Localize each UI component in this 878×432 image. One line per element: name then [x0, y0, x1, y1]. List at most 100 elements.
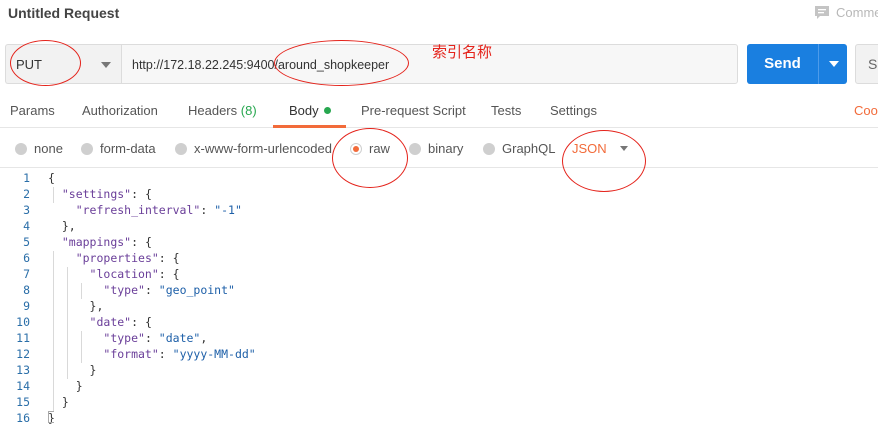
tab-headers-label: Headers [188, 103, 238, 118]
request-tabs: Params Authorization Headers (8) Body Pr… [0, 96, 878, 128]
json-punctuation: }, [48, 299, 104, 313]
format-select[interactable]: JSON [572, 141, 628, 156]
json-key: "refresh_interval" [75, 203, 201, 217]
radio-form-data[interactable]: form-data [81, 141, 156, 156]
json-punctuation: }, [48, 219, 76, 233]
json-key: "properties" [75, 251, 159, 265]
line-number: 10 [16, 315, 30, 329]
line-number: 5 [23, 235, 30, 249]
radio-none-label: none [34, 141, 63, 156]
method-label: PUT [16, 57, 42, 72]
code-line[interactable]: "settings": { [48, 187, 152, 201]
radio-icon [81, 142, 93, 155]
send-button[interactable]: Send [747, 44, 818, 84]
indent-guide [53, 251, 54, 411]
json-punctuation [48, 315, 90, 329]
json-punctuation: } [48, 395, 69, 409]
line-number: 13 [16, 363, 30, 377]
code-line[interactable]: "mappings": { [48, 235, 152, 249]
json-punctuation: : [200, 203, 215, 217]
line-number: 2 [23, 187, 30, 201]
tab-prerequest-script[interactable]: Pre-request Script [361, 103, 466, 118]
code-line[interactable]: { [48, 171, 55, 185]
json-punctuation: : { [158, 251, 180, 265]
tab-settings[interactable]: Settings [550, 103, 597, 118]
indent-guide [81, 283, 82, 299]
radio-binary-label: binary [428, 141, 464, 156]
json-punctuation [48, 331, 103, 345]
json-punctuation [48, 203, 76, 217]
indent-guide [67, 267, 68, 379]
chevron-down-icon [101, 62, 111, 68]
radio-none[interactable]: none [15, 141, 63, 156]
json-punctuation: : [144, 283, 159, 297]
line-number: 14 [16, 379, 30, 393]
line-number: 16 [16, 411, 30, 425]
title-bar: Untitled Request Comme [0, 0, 878, 32]
json-punctuation: : [158, 347, 173, 361]
save-button[interactable]: Sa [855, 44, 878, 84]
fold-bracket-icon [48, 411, 54, 423]
json-punctuation [48, 235, 62, 249]
code-line[interactable]: "date": { [48, 315, 152, 329]
radio-graphql-label: GraphQL [502, 141, 556, 156]
radio-urlencoded[interactable]: x-www-form-urlencoded [175, 141, 332, 156]
radio-binary[interactable]: binary [409, 141, 463, 156]
json-string: "geo_point" [158, 283, 235, 297]
line-number: 9 [23, 299, 30, 313]
url-input[interactable]: http://172.18.22.245:9400/around_shopkee… [121, 44, 738, 84]
radio-form-data-label: form-data [100, 141, 156, 156]
comments-button[interactable]: Comme [814, 5, 878, 20]
json-string: "date" [158, 331, 201, 345]
json-key: "mappings" [61, 235, 132, 249]
url-value: http://172.18.22.245:9400/around_shopkee… [132, 58, 390, 72]
chevron-down-icon [619, 146, 628, 151]
code-editor[interactable]: 1 2 3 4 5 6 7 8 9 10 11 12 13 14 15 16 { "settings": { … [0, 169, 878, 432]
json-punctuation [48, 347, 103, 361]
cookies-link[interactable]: Cooki [854, 103, 878, 118]
code-line[interactable]: "properties": { [48, 251, 180, 265]
code-line[interactable]: }, [48, 299, 104, 313]
tab-tests[interactable]: Tests [491, 103, 521, 118]
line-number: 15 [16, 395, 30, 409]
code-line[interactable]: "refresh_interval": "-1" [48, 203, 242, 217]
code-line[interactable]: "type": "geo_point" [48, 283, 235, 297]
send-options-button[interactable] [818, 44, 847, 84]
code-line[interactable]: "type": "date", [48, 331, 207, 345]
tab-body-label: Body [289, 103, 319, 118]
tab-authorization[interactable]: Authorization [82, 103, 158, 118]
radio-icon [483, 142, 495, 155]
indent-guide [53, 187, 54, 203]
tab-headers[interactable]: Headers (8) [188, 103, 257, 118]
json-punctuation: : { [131, 187, 152, 201]
radio-selected-icon [350, 142, 362, 155]
radio-graphql[interactable]: GraphQL [483, 141, 555, 156]
comments-label: Comme [836, 5, 878, 20]
json-key: "type" [103, 283, 145, 297]
format-select-label: JSON [572, 141, 607, 156]
request-title[interactable]: Untitled Request [8, 5, 119, 21]
annotation-label: 索引名称 [432, 44, 493, 61]
json-string: "yyyy-MM-dd" [172, 347, 256, 361]
json-key: "format" [103, 347, 159, 361]
indent-guide [81, 331, 82, 363]
code-line[interactable]: "format": "yyyy-MM-dd" [48, 347, 256, 361]
json-punctuation: , [200, 331, 208, 345]
json-punctuation: : [144, 331, 159, 345]
comment-icon [815, 6, 829, 19]
json-punctuation: : { [131, 235, 152, 249]
json-punctuation [48, 187, 62, 201]
tab-params[interactable]: Params [10, 103, 55, 118]
radio-icon [175, 142, 187, 155]
code-line[interactable]: } [48, 395, 69, 409]
json-punctuation [48, 267, 90, 281]
tab-body[interactable]: Body [289, 103, 331, 118]
line-number: 7 [23, 267, 30, 281]
method-select[interactable]: PUT [5, 44, 121, 84]
radio-raw-label: raw [369, 141, 390, 156]
code-line[interactable]: } [48, 363, 97, 377]
code-line[interactable]: }, [48, 219, 76, 233]
radio-urlencoded-label: x-www-form-urlencoded [194, 141, 332, 156]
radio-raw[interactable]: raw [350, 141, 390, 156]
line-number-gutter: 1 2 3 4 5 6 7 8 9 10 11 12 13 14 15 16 [0, 169, 34, 432]
